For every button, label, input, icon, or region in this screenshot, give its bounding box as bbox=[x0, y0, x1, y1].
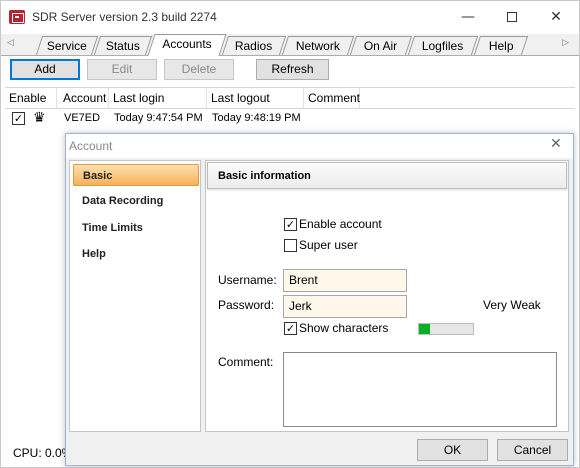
refresh-button[interactable]: Refresh bbox=[256, 59, 329, 80]
password-label: Password: bbox=[218, 298, 275, 312]
tab-scroll-right-icon[interactable]: ▷ bbox=[562, 38, 569, 48]
username-field[interactable]: Brent bbox=[283, 269, 407, 292]
comment-field[interactable] bbox=[283, 352, 557, 427]
dialog-nav: Basic Data Recording Time Limits Help bbox=[69, 160, 201, 432]
tab-status[interactable]: Status bbox=[93, 36, 153, 55]
delete-button[interactable]: Delete bbox=[164, 59, 234, 80]
section-title: Basic information bbox=[218, 170, 311, 182]
column-last-logout[interactable]: Last logout bbox=[207, 88, 304, 109]
column-comment[interactable]: Comment bbox=[304, 88, 360, 109]
tab-accounts[interactable]: Accounts bbox=[147, 34, 227, 56]
table-row[interactable]: ✓ ♛ VE7ED Today 9:47:54 PM Today 9:48:19… bbox=[5, 110, 575, 128]
column-enable[interactable]: Enable bbox=[5, 88, 57, 109]
last-login-cell: Today 9:47:54 PM bbox=[114, 112, 203, 124]
tab-service[interactable]: Service bbox=[35, 36, 99, 55]
tab-scroll-left-icon[interactable]: ◁ bbox=[7, 38, 14, 48]
add-button[interactable]: Add bbox=[10, 59, 80, 80]
enable-account-checkbox[interactable]: ✓ bbox=[284, 218, 297, 231]
comment-label: Comment: bbox=[218, 355, 274, 369]
dialog-close-icon[interactable]: ✕ bbox=[550, 136, 562, 152]
window-title: SDR Server version 2.3 build 2274 bbox=[32, 10, 217, 24]
edit-button[interactable]: Edit bbox=[87, 59, 157, 80]
show-characters-label: Show characters bbox=[299, 321, 389, 335]
password-strength-meter bbox=[418, 323, 474, 335]
tab-logfiles[interactable]: Logfiles bbox=[407, 36, 479, 55]
cancel-button[interactable]: Cancel bbox=[497, 439, 568, 461]
tab-network[interactable]: Network bbox=[281, 36, 355, 55]
nav-item-time-limits[interactable]: Time Limits bbox=[73, 217, 199, 239]
password-strength-label: Very Weak bbox=[483, 298, 541, 312]
maximize-icon[interactable] bbox=[491, 1, 533, 33]
cpu-status: CPU: 0.0% bbox=[13, 446, 73, 460]
column-account[interactable]: Account bbox=[59, 88, 109, 109]
password-strength-fill bbox=[419, 324, 430, 334]
crown-icon: ♛ bbox=[33, 110, 46, 126]
account-cell: VE7ED bbox=[64, 112, 101, 124]
super-user-label: Super user bbox=[299, 238, 358, 252]
account-dialog: Account ✕ Basic Data Recording Time Limi… bbox=[65, 133, 574, 466]
minimize-icon[interactable]: — bbox=[447, 1, 489, 33]
tab-on-air[interactable]: On Air bbox=[349, 36, 413, 55]
last-logout-cell: Today 9:48:19 PM bbox=[212, 112, 301, 124]
show-characters-checkbox[interactable]: ✓ bbox=[284, 322, 297, 335]
dialog-title-bar: Account ✕ bbox=[66, 134, 573, 158]
close-icon[interactable]: ✕ bbox=[535, 1, 577, 33]
super-user-checkbox[interactable] bbox=[284, 239, 297, 252]
section-header: Basic information bbox=[207, 162, 567, 189]
title-bar: SDR Server version 2.3 build 2274 — ✕ bbox=[1, 1, 579, 33]
enable-checkbox[interactable]: ✓ bbox=[12, 112, 25, 125]
nav-item-basic[interactable]: Basic bbox=[73, 164, 199, 186]
dialog-title: Account bbox=[69, 139, 113, 153]
tab-help[interactable]: Help bbox=[473, 36, 529, 55]
ok-button[interactable]: OK bbox=[417, 439, 488, 461]
tab-strip: ◁ Service Status Accounts Radios Network… bbox=[1, 34, 579, 56]
basic-panel: Basic information ✓ Enable account Super… bbox=[205, 160, 569, 432]
nav-item-data-recording[interactable]: Data Recording bbox=[73, 190, 199, 212]
password-field[interactable]: Jerk bbox=[283, 295, 407, 318]
tab-radios[interactable]: Radios bbox=[221, 36, 287, 55]
nav-item-help[interactable]: Help bbox=[73, 243, 199, 265]
accounts-list-header: Enable Account Last login Last logout Co… bbox=[5, 87, 575, 109]
column-last-login[interactable]: Last login bbox=[109, 88, 207, 109]
enable-account-label: Enable account bbox=[299, 217, 382, 231]
username-label: Username: bbox=[218, 273, 277, 287]
sdr-app-icon bbox=[9, 10, 25, 24]
